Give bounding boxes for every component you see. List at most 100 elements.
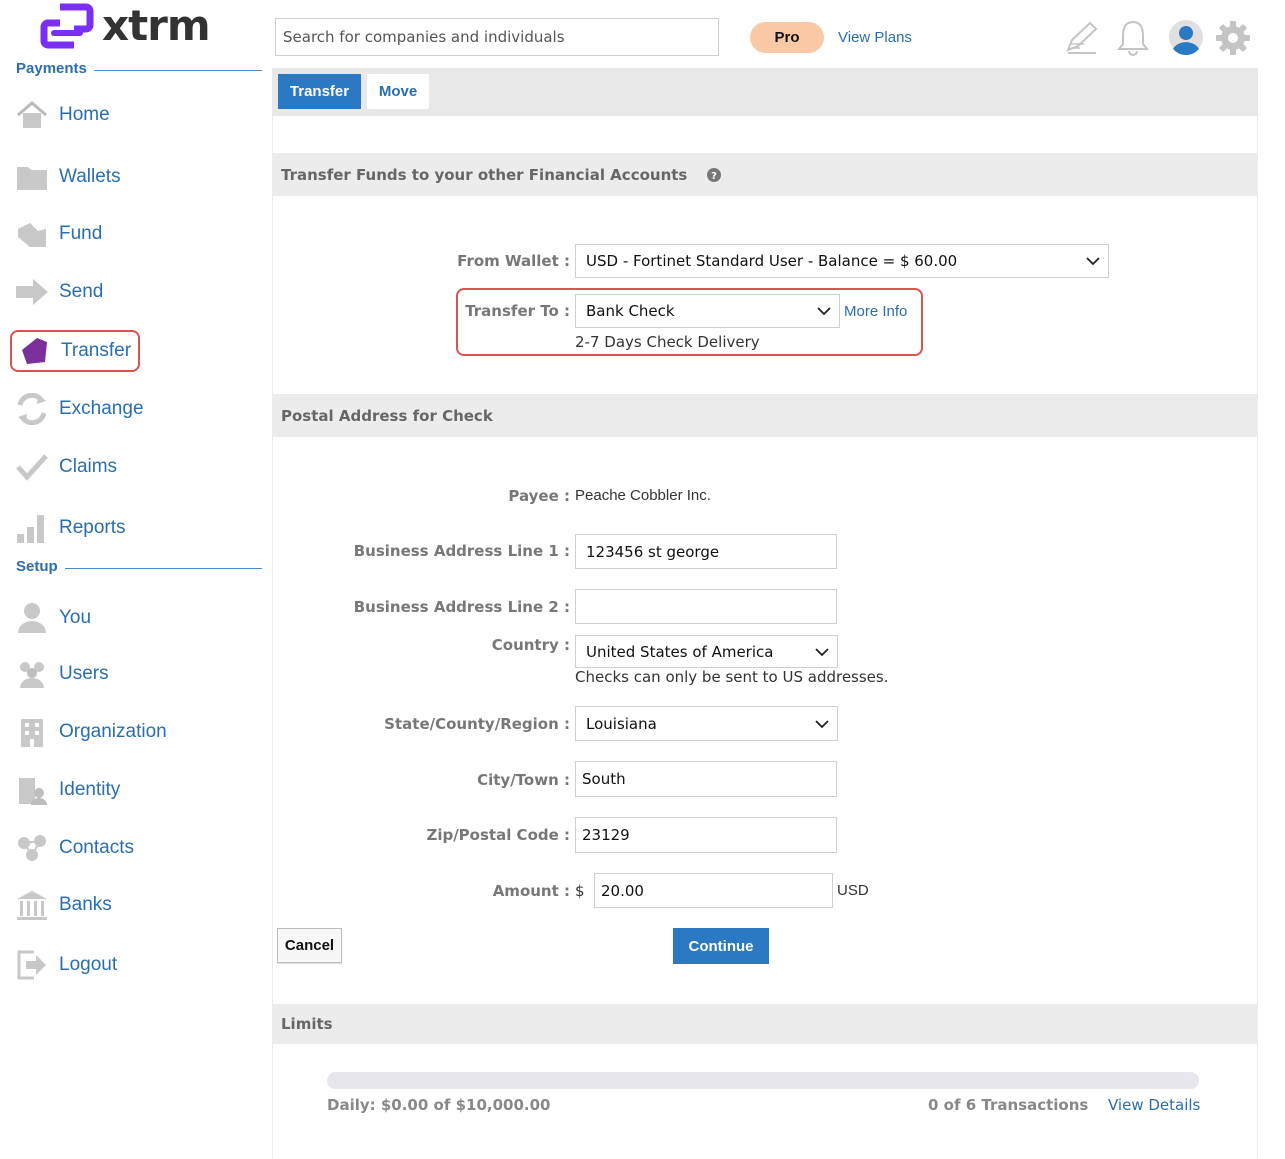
transfer-icon [17,334,51,368]
city-input[interactable]: South [575,761,837,797]
logout-icon [15,948,49,982]
postal-section-header: Postal Address for Check [273,394,1257,437]
sidebar-item-label: Claims [59,456,118,477]
sidebar-item-label: Banks [59,894,112,915]
payee-label: Payee : [508,487,570,505]
sidebar-item-banks[interactable]: Banks [10,885,260,925]
amount-input[interactable]: 20.00 [594,873,833,908]
address2-input[interactable] [575,589,837,624]
pro-badge[interactable]: Pro [750,22,824,53]
gear-icon[interactable] [1215,20,1251,56]
logo-mark-icon [40,3,94,49]
sidebar-item-exchange[interactable]: Exchange [10,389,260,429]
transfer-section-header: Transfer Funds to your other Financial A… [273,153,1257,196]
sidebar-item-organization[interactable]: Organization [10,712,260,752]
sidebar-item-claims[interactable]: Claims [10,447,260,487]
limits-section-title: Limits [281,1015,333,1033]
sidebar-item-contacts[interactable]: Contacts [10,828,260,868]
postal-section-title: Postal Address for Check [281,406,493,425]
from-wallet-label: From Wallet : [457,252,570,270]
chevron-down-icon [817,307,831,316]
chevron-down-icon [815,647,829,656]
address1-label: Business Address Line 1 : [353,542,570,560]
exchange-icon [15,392,49,426]
sidebar-item-wallets[interactable]: Wallets [10,157,260,197]
sidebar-item-label: You [59,607,92,628]
bell-icon[interactable] [1116,18,1150,56]
sidebar-item-label: Reports [59,517,126,538]
sidebar-item-label: Fund [59,223,103,244]
zip-label: Zip/Postal Code : [426,826,570,844]
setup-section-label: Setup [16,558,58,575]
from-wallet-select[interactable]: USD - Fortinet Standard User - Balance =… [575,244,1109,278]
payments-section-label: Payments [16,60,87,77]
sidebar-item-label: Home [59,104,110,125]
sidebar-item-users[interactable]: Users [10,654,260,694]
state-label: State/County/Region : [384,715,570,733]
sidebar-item-label: Organization [59,721,167,742]
transfer-section-title: Transfer Funds to your other Financial A… [281,165,688,184]
folder-icon [15,160,49,194]
xtrm-logo[interactable]: xtrm [40,2,230,50]
sidebar-item-label: Users [59,663,109,684]
sidebar-item-label: Contacts [59,837,134,858]
sidebar-item-label: Exchange [59,398,144,419]
amount-label: Amount : [492,882,570,900]
zip-value: 23129 [582,826,630,844]
country-select[interactable]: United States of America [575,635,838,668]
city-value: South [582,770,626,788]
cancel-button[interactable]: Cancel [277,928,342,963]
edit-icon[interactable] [1064,20,1100,56]
state-select[interactable]: Louisiana [575,706,838,741]
country-note: Checks can only be sent to US addresses. [575,668,889,686]
search-input[interactable] [275,18,719,56]
home-icon [15,98,49,132]
sidebar-item-label: Wallets [59,166,121,187]
address2-label: Business Address Line 2 : [353,598,570,616]
country-value: United States of America [586,642,774,661]
currency-symbol: $ [575,882,585,900]
sidebar-item-label: Send [59,281,104,302]
sidebar-item-logout[interactable]: Logout [10,945,260,985]
continue-button[interactable]: Continue [673,928,769,964]
currency-code: USD [837,882,869,899]
tab-move[interactable]: Move [367,74,429,109]
transactions-count: 0 of 6 Transactions [928,1096,1089,1114]
bank-icon [15,888,49,922]
delivery-note: 2-7 Days Check Delivery [575,333,760,351]
account-icon[interactable] [1168,19,1204,56]
users-icon [15,657,49,691]
sidebar-item-identity[interactable]: Identity [10,770,260,810]
sidebar-item-home[interactable]: Home [10,95,260,135]
more-info-link[interactable]: More Info [844,303,907,320]
sidebar-item-transfer[interactable]: Transfer [10,330,140,372]
transfer-to-label: Transfer To : [465,302,570,320]
daily-limit-text: Daily: $0.00 of $10,000.00 [327,1096,551,1114]
tab-transfer[interactable]: Transfer [278,74,361,109]
sidebar-item-label: Transfer [61,340,132,361]
view-details-link[interactable]: View Details [1108,1096,1200,1114]
logo-text: xtrm [102,1,211,50]
from-wallet-value: USD - Fortinet Standard User - Balance =… [586,252,958,270]
fund-icon [15,217,49,251]
transfer-to-select[interactable]: Bank Check [575,294,840,328]
limits-section-header: Limits [273,1004,1257,1044]
view-plans-link[interactable]: View Plans [838,29,912,46]
zip-input[interactable]: 23129 [575,817,837,853]
sidebar-item-label: Logout [59,954,118,975]
state-value: Louisiana [586,714,657,733]
user-icon [15,601,49,635]
sidebar-item-you[interactable]: You [10,598,260,638]
checkmark-icon [15,450,49,484]
address1-input[interactable]: 123456 st george [575,534,837,569]
svg-text:?: ? [711,171,717,182]
bar-chart-icon [15,511,49,545]
payee-value: Peache Cobbler Inc. [575,487,711,504]
sidebar-item-fund[interactable]: Fund [10,214,260,254]
setup-divider [65,568,262,569]
sidebar-item-label: Identity [59,779,121,800]
sidebar-item-send[interactable]: Send [10,272,260,312]
send-arrow-icon [15,275,49,309]
sidebar-item-reports[interactable]: Reports [10,508,260,548]
help-icon[interactable]: ? [707,167,722,182]
